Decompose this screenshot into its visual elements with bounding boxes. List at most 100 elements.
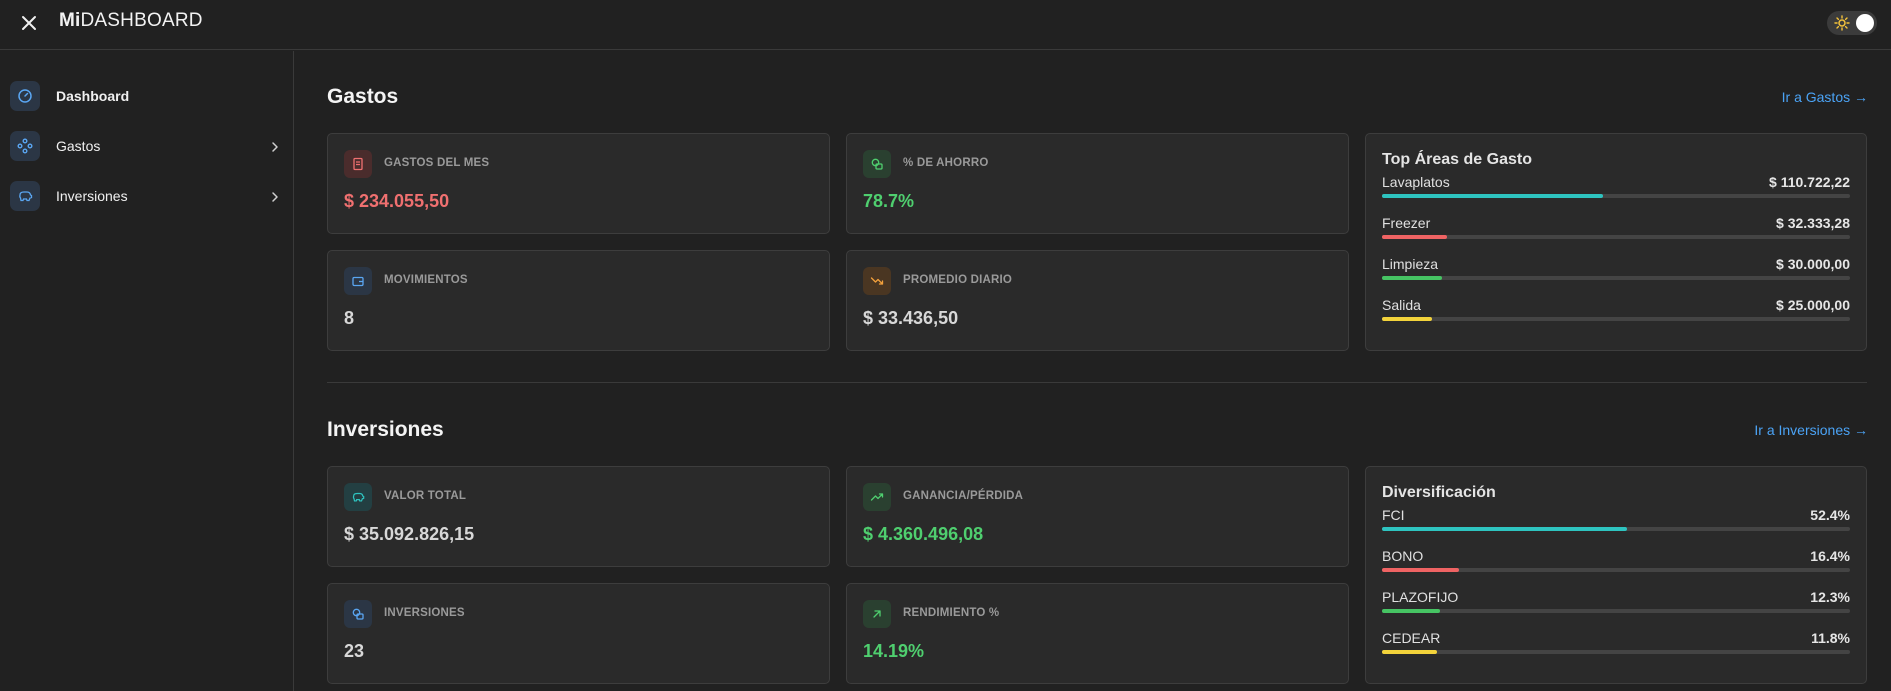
stat-label: % DE AHORRO — [903, 157, 989, 169]
sidebar-item-inversiones[interactable]: Inversiones — [10, 178, 282, 214]
row-name: Salida — [1382, 297, 1421, 313]
close-icon[interactable] — [18, 12, 40, 34]
top-area-row: Freezer $ 32.333,28 — [1382, 215, 1850, 245]
row-amount: 16.4% — [1810, 548, 1850, 564]
stat-label: INVERSIONES — [384, 607, 465, 619]
row-name: Limpieza — [1382, 256, 1439, 272]
top-bar: MiDASHBOARD — [0, 0, 1891, 50]
progress-fill — [1382, 650, 1438, 654]
diversificacion-row: CEDEAR 11.8% — [1382, 630, 1850, 660]
main-content: Gastos Ir a Gastos → GASTOS DEL MES $ 23… — [295, 51, 1891, 691]
sidebar-item-gastos[interactable]: Gastos — [10, 128, 282, 164]
card-gastos-del-mes: GASTOS DEL MES $ 234.055,50 — [327, 133, 830, 234]
card-inversiones-count: INVERSIONES 23 — [327, 583, 830, 684]
card-ganancia-perdida: GANANCIA/PÉRDIDA $ 4.360.496,08 — [846, 466, 1349, 567]
gauge-icon — [10, 81, 40, 111]
stat-label: VALOR TOTAL — [384, 490, 467, 502]
row-amount: 52.4% — [1810, 507, 1850, 523]
progress-track — [1382, 276, 1850, 280]
row-name: Lavaplatos — [1382, 174, 1450, 190]
progress-fill — [1382, 194, 1604, 198]
progress-fill — [1382, 317, 1433, 321]
stat-value: $ 35.092.826,15 — [344, 524, 475, 544]
card-movimientos: MOVIMIENTOS 8 — [327, 250, 830, 351]
card-diversificacion: Diversificación FCI 52.4% BONO 16.4% PLAZOFI… — [1365, 466, 1867, 684]
piggy-bank-icon — [10, 181, 40, 211]
progress-fill — [1382, 568, 1459, 572]
app-brand[interactable]: MiDASHBOARD — [59, 10, 203, 32]
chevron-right-icon — [270, 190, 280, 208]
card-porcentaje-ahorro: % DE AHORRO 78.7% — [846, 133, 1349, 234]
card-rendimiento: RENDIMIENTO % 14.19% — [846, 583, 1349, 684]
toggle-knob — [1856, 14, 1874, 32]
row-name: FCI — [1382, 507, 1405, 523]
brand-bold: Mi — [59, 10, 81, 31]
stat-value: 14.19% — [863, 641, 925, 661]
diversificacion-row: BONO 16.4% — [1382, 548, 1850, 578]
section-divider — [327, 382, 1867, 383]
card-valor-total: VALOR TOTAL $ 35.092.826,15 — [327, 466, 830, 567]
row-amount: $ 25.000,00 — [1776, 297, 1850, 313]
row-name: PLAZOFIJO — [1382, 589, 1459, 605]
progress-fill — [1382, 276, 1442, 280]
link-ir-a-inversiones[interactable]: Ir a Inversiones → — [1754, 422, 1868, 438]
row-amount: 12.3% — [1810, 589, 1850, 605]
row-name: BONO — [1382, 548, 1424, 564]
sidebar-item-label: Gastos — [56, 138, 101, 154]
progress-track — [1382, 609, 1850, 613]
sidebar-item-dashboard[interactable]: Dashboard — [10, 78, 282, 114]
stat-label: MOVIMIENTOS — [384, 274, 468, 286]
stat-value: 78.7% — [863, 191, 915, 211]
progress-fill — [1382, 527, 1628, 531]
wallet-icon — [344, 267, 372, 295]
diversificacion-row: PLAZOFIJO 12.3% — [1382, 589, 1850, 619]
top-area-row: Lavaplatos $ 110.722,22 — [1382, 174, 1850, 204]
section-title-inversiones: Inversiones — [327, 418, 444, 441]
row-name: Freezer — [1382, 215, 1431, 231]
progress-fill — [1382, 609, 1440, 613]
card-promedio-diario: PROMEDIO DIARIO $ 33.436,50 — [846, 250, 1349, 351]
stat-value: $ 33.436,50 — [863, 308, 959, 328]
trend-down-icon — [863, 267, 891, 295]
progress-track — [1382, 235, 1850, 239]
arrow-up-right-icon — [863, 600, 891, 628]
coins-icon — [863, 150, 891, 178]
stat-label: GANANCIA/PÉRDIDA — [903, 490, 1024, 502]
progress-track — [1382, 650, 1850, 654]
row-amount: 11.8% — [1811, 630, 1850, 646]
theme-toggle[interactable] — [1827, 11, 1877, 35]
piggy-bank-icon — [344, 483, 372, 511]
chevron-right-icon — [270, 140, 280, 158]
progress-fill — [1382, 235, 1447, 239]
receipt-icon — [344, 150, 372, 178]
top-area-row: Limpieza $ 30.000,00 — [1382, 256, 1850, 286]
coins-icon — [344, 600, 372, 628]
card-title: Diversificación — [1382, 484, 1496, 501]
row-amount: $ 32.333,28 — [1776, 215, 1850, 231]
card-title: Top Áreas de Gasto — [1382, 151, 1532, 168]
brand-rest: DASHBOARD — [80, 10, 203, 31]
section-title-gastos: Gastos — [327, 85, 399, 108]
sidebar: Dashboard Gastos Inversiones — [0, 51, 294, 691]
diversificacion-row: FCI 52.4% — [1382, 507, 1850, 537]
card-top-areas-gasto: Top Áreas de Gasto Lavaplatos $ 110.722,2… — [1365, 133, 1867, 351]
link-ir-a-gastos[interactable]: Ir a Gastos → — [1782, 89, 1868, 105]
stat-value: $ 234.055,50 — [344, 191, 450, 211]
progress-track — [1382, 194, 1850, 198]
row-amount: $ 110.722,22 — [1769, 174, 1850, 190]
row-amount: $ 30.000,00 — [1776, 256, 1850, 272]
stat-value: 8 — [344, 308, 355, 328]
stat-label: RENDIMIENTO % — [903, 607, 1000, 619]
stat-label: GASTOS DEL MES — [384, 157, 490, 169]
progress-track — [1382, 527, 1850, 531]
stat-value: $ 4.360.496,08 — [863, 524, 984, 544]
sidebar-item-label: Dashboard — [56, 88, 130, 104]
top-area-row: Salida $ 25.000,00 — [1382, 297, 1850, 327]
progress-track — [1382, 568, 1850, 572]
stat-label: PROMEDIO DIARIO — [903, 274, 1013, 286]
sidebar-item-label: Inversiones — [56, 188, 128, 204]
row-name: CEDEAR — [1382, 630, 1441, 646]
nodes-icon — [10, 131, 40, 161]
stat-value: 23 — [344, 641, 365, 661]
sun-icon — [1834, 15, 1850, 36]
